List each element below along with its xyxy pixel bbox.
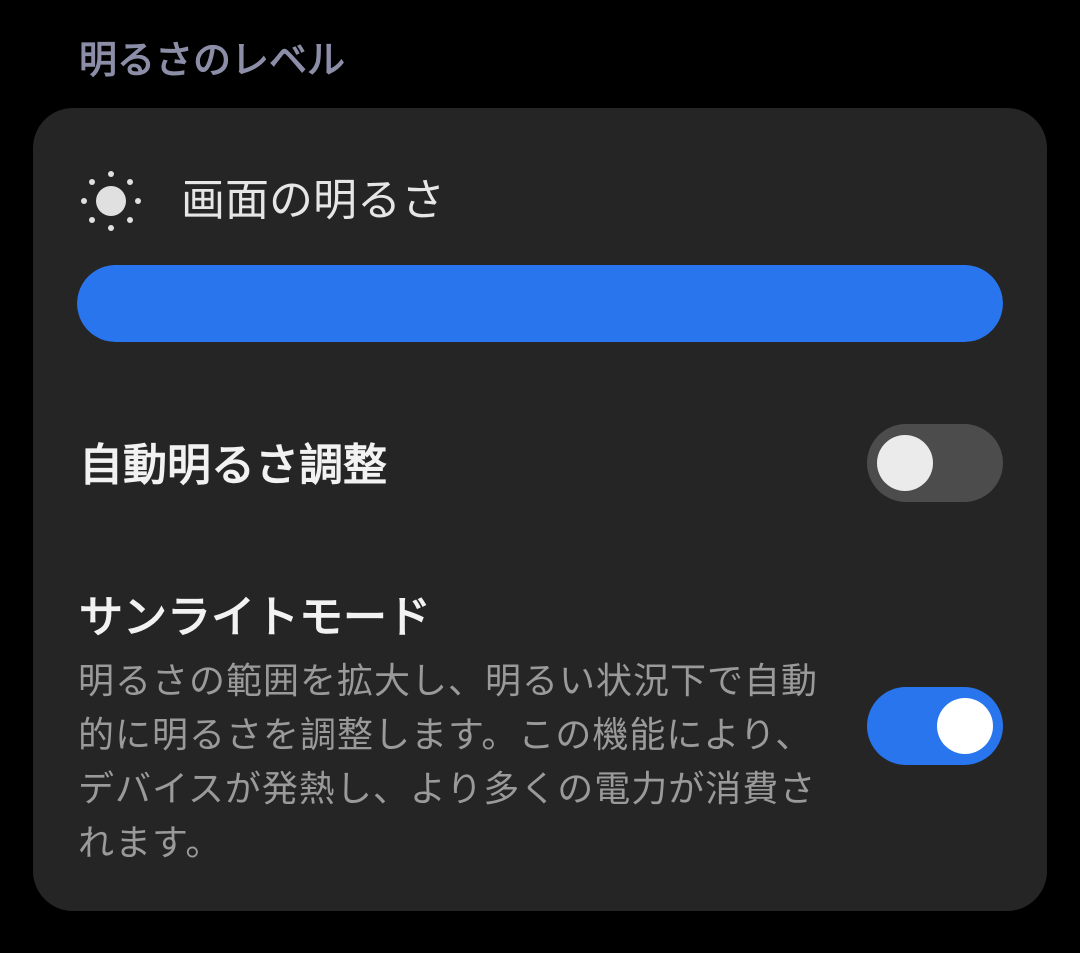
sun-icon — [79, 169, 143, 233]
brightness-slider-fill — [77, 265, 1003, 342]
auto-brightness-label: 自動明るさ調整 — [79, 440, 387, 491]
brightness-title: 画面の明るさ — [181, 175, 445, 226]
auto-brightness-toggle[interactable] — [867, 424, 1003, 502]
sunlight-mode-label: サンライトモード — [79, 592, 431, 643]
sunlight-mode-description: 明るさの範囲を拡大し、明るい状況下で自動的に明るさを調整します。この機能により、… — [78, 661, 819, 864]
brightness-card: 画面の明るさ 自動明るさ調整 サンライトモード 明るさの範囲を拡大し、明るい状況… — [33, 108, 1047, 911]
toggle-knob — [877, 435, 933, 491]
brightness-slider[interactable] — [77, 265, 1003, 342]
brightness-row: 画面の明るさ — [79, 166, 445, 236]
toggle-knob — [937, 698, 993, 754]
sunlight-mode-toggle[interactable] — [867, 687, 1003, 765]
section-header: 明るさのレベル — [79, 38, 346, 82]
